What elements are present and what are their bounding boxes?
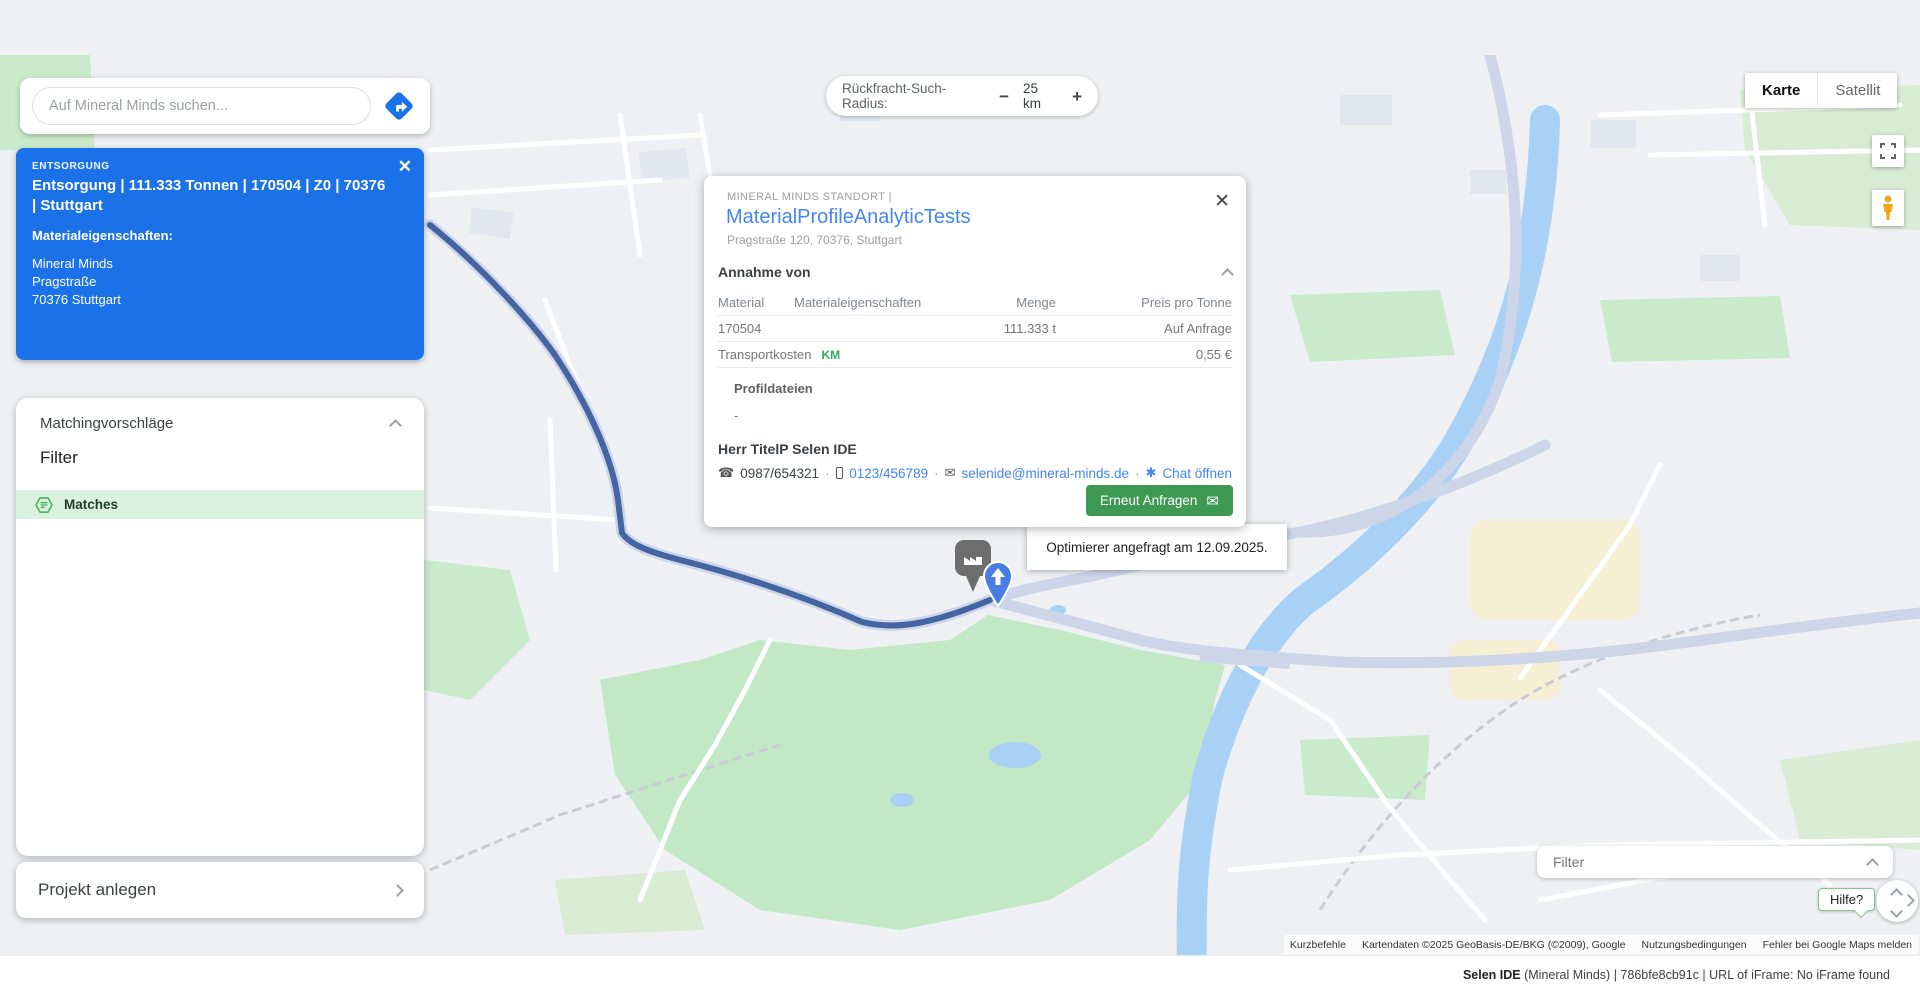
destination-marker[interactable] (982, 560, 1014, 613)
open-chat-link[interactable]: Chat öffnen (1162, 466, 1232, 481)
radius-value: 25 km (1023, 81, 1042, 111)
matches-section-header: Matches (16, 490, 424, 519)
page-footer: Selen IDE (Mineral Minds) | 786bfe8cb91c… (0, 955, 1920, 994)
matches-heading: Matches (64, 497, 119, 512)
popup-address: Pragstraße 120, 70376, Stuttgart (727, 233, 902, 247)
send-mail-icon: ✉ (1206, 492, 1219, 510)
contact-mobile[interactable]: 0123/456789 (849, 466, 928, 481)
radius-control: Rückfracht-Such-Radius: − 25 km + (826, 76, 1098, 116)
mobile-icon (835, 467, 844, 479)
chat-icon: ✱ (1145, 465, 1157, 480)
filter-heading: Filter (40, 448, 78, 467)
fullscreen-button[interactable] (1872, 135, 1904, 167)
material-properties-heading: Materialeigenschaften: (32, 227, 173, 243)
profile-files-heading: Profildateien (734, 381, 813, 396)
matches-icon (35, 496, 53, 513)
chevron-right-icon (391, 883, 404, 897)
map-type-satellit[interactable]: Satellit (1817, 73, 1898, 108)
footer-environment-info: Selen IDE (Mineral Minds) | 786bfe8cb91c… (1462, 968, 1890, 982)
attribution-shortcuts[interactable]: Kurzbefehle (1290, 939, 1346, 951)
optimizer-tooltip: Optimierer angefragt am 12.09.2025. (1027, 524, 1287, 570)
attribution-report[interactable]: Fehler bei Google Maps melden (1763, 939, 1912, 951)
match-column-headers (16, 470, 424, 490)
pegman-button[interactable] (1872, 190, 1904, 226)
create-project-label: Projekt anlegen (38, 880, 157, 899)
close-icon[interactable]: ✕ (1214, 190, 1230, 213)
disposal-tag: ENTSORGUNG (32, 161, 110, 172)
radius-label: Rückfracht-Such-Radius: (842, 81, 947, 111)
contact-line: ☎ 0987/654321 · 0123/456789 · ✉ selenide… (718, 465, 1232, 481)
disposal-address: Mineral Minds Pragstraße 70376 Stuttgart (32, 255, 121, 307)
request-again-label: Erneut Anfragen (1099, 493, 1198, 508)
profile-files-value: - (734, 408, 739, 423)
popup-title[interactable]: MaterialProfileAnalyticTests (726, 206, 1232, 229)
map-filter-pill[interactable]: Filter (1537, 846, 1893, 878)
radius-decrease-button[interactable]: − (999, 88, 1009, 105)
pan-right-icon (1902, 894, 1915, 907)
app-root: Rückfracht-Such-Radius: − 25 km + Karte … (0, 0, 1920, 994)
help-button[interactable]: Hilfe? (1818, 888, 1876, 911)
attribution-terms[interactable]: Nutzungsbedingungen (1641, 939, 1746, 951)
chevron-up-icon (1866, 857, 1879, 871)
phone-icon: ☎ (718, 465, 735, 480)
acceptance-section-title: Annahme von (718, 264, 811, 280)
contact-phone: 0987/654321 (740, 465, 820, 481)
search-container (20, 78, 430, 134)
pegman-icon (1883, 195, 1893, 220)
matching-panel-title: Matchingvorschläge (40, 415, 174, 432)
map-filter-label: Filter (1553, 854, 1585, 870)
map-type-karte[interactable]: Karte (1745, 73, 1818, 108)
directions-button[interactable] (380, 87, 418, 125)
create-project-button[interactable]: Projekt anlegen (16, 862, 424, 918)
disposal-title: Entsorgung | 111.333 Tonnen | 170504 | Z… (32, 177, 386, 215)
map-attribution: Kurzbefehle Kartendaten ©2025 GeoBasis-D… (1283, 935, 1918, 954)
table-row: Transportkosten KM 0,55 € (718, 341, 1232, 368)
radius-increase-button[interactable]: + (1072, 88, 1082, 105)
directions-icon (385, 92, 413, 120)
email-icon: ✉ (944, 465, 956, 480)
map-type-toggle: Karte Satellit (1745, 73, 1898, 108)
collapse-section-icon[interactable] (1221, 267, 1234, 281)
pan-down-icon (1890, 905, 1903, 918)
table-row: 170504 111.333 t Auf Anfrage (718, 315, 1232, 341)
matching-panel: Matchingvorschläge Filter Matches (16, 398, 424, 856)
search-input[interactable] (32, 87, 371, 125)
fullscreen-icon (1880, 143, 1896, 159)
pan-control[interactable] (1876, 880, 1918, 922)
disposal-card: ✕ ENTSORGUNG Entsorgung | 111.333 Tonnen… (16, 148, 424, 360)
acceptance-table: Material Materialeigenschaften Menge Pre… (718, 289, 1232, 368)
popup-kicker: MINERAL MINDS STANDORT | (727, 191, 892, 203)
contact-email[interactable]: selenide@mineral-minds.de (962, 466, 1130, 481)
location-popup: ✕ MINERAL MINDS STANDORT | MaterialProfi… (704, 176, 1246, 527)
table-header-row: Material Materialeigenschaften Menge Pre… (718, 294, 1232, 310)
attribution-data: Kartendaten ©2025 GeoBasis-DE/BKG (©2009… (1361, 938, 1626, 951)
request-again-button[interactable]: Erneut Anfragen ✉ (1085, 485, 1233, 516)
collapse-panel-icon[interactable] (389, 419, 402, 432)
contact-name: Herr TitelP Selen IDE (718, 441, 857, 457)
pan-up-icon (1890, 888, 1903, 901)
